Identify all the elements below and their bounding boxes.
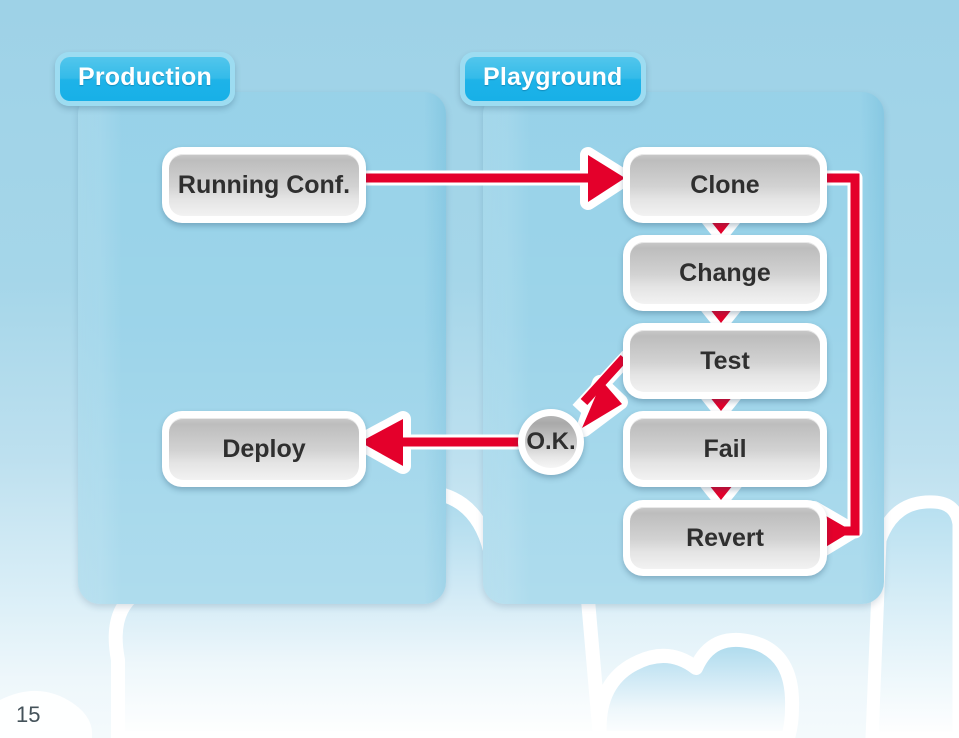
node-fail[interactable]: Fail [623,411,827,487]
node-test-label: Test [630,330,820,392]
cloud-left-wisp [0,690,93,738]
node-running-conf[interactable]: Running Conf. [162,147,366,223]
node-revert[interactable]: Revert [623,500,827,576]
tab-playground-label: Playground [465,57,641,101]
node-clone-label: Clone [630,154,820,216]
node-deploy-label: Deploy [169,418,359,480]
cloud-right [865,495,959,738]
node-ok[interactable]: O.K. [518,409,584,475]
tab-production-label: Production [60,57,230,101]
node-deploy[interactable]: Deploy [162,411,366,487]
node-fail-label: Fail [630,418,820,480]
node-clone[interactable]: Clone [623,147,827,223]
page-number: 15 [16,702,41,727]
node-ok-label: O.K. [525,416,577,468]
slide-canvas: Production Playground Running Conf. Depl… [0,0,959,738]
node-running-conf-label: Running Conf. [169,154,359,216]
node-revert-label: Revert [630,507,820,569]
tab-production[interactable]: Production [55,52,235,106]
node-change-label: Change [630,242,820,304]
node-change[interactable]: Change [623,235,827,311]
tab-playground[interactable]: Playground [460,52,646,106]
node-test[interactable]: Test [623,323,827,399]
